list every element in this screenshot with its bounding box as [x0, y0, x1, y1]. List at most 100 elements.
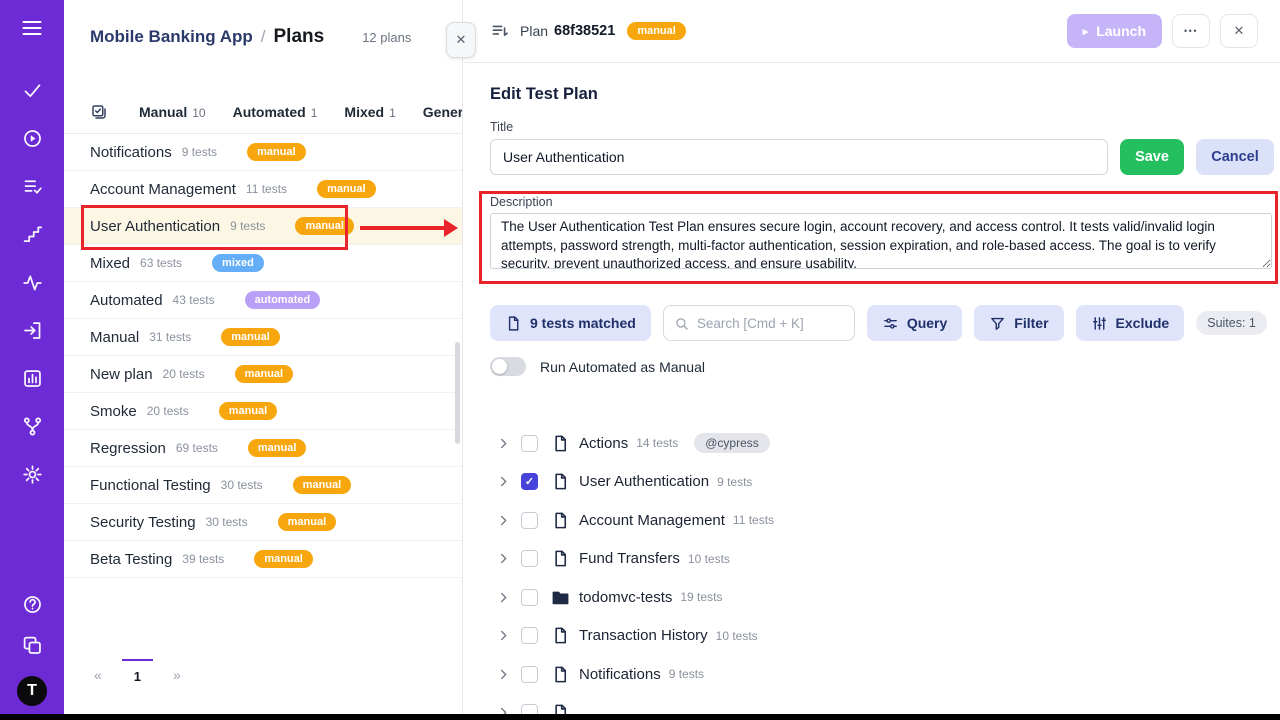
suite-checkbox[interactable] [521, 666, 538, 683]
suite-checkbox[interactable] [521, 627, 538, 644]
steps-icon[interactable] [22, 224, 43, 245]
plan-badge: manual [254, 550, 313, 568]
save-button[interactable]: Save [1120, 139, 1184, 175]
plans-tab[interactable]: Mixed 1 [344, 104, 395, 120]
tab-label: Manual [139, 104, 187, 120]
plan-row[interactable]: Mixed 63 tests mixed [64, 245, 462, 282]
plan-name: Account Management [90, 181, 236, 198]
plan-tests-count: 43 tests [173, 293, 215, 307]
list-check-icon[interactable] [22, 176, 43, 197]
query-label: Query [907, 315, 947, 331]
plan-name: Automated [90, 292, 163, 309]
plans-tab[interactable]: Automated 1 [233, 104, 318, 120]
runs-icon[interactable] [22, 128, 43, 149]
chevron-right-icon[interactable] [496, 628, 511, 643]
plan-row[interactable]: Functional Testing 30 tests manual [64, 467, 462, 504]
plan-row[interactable]: Manual 31 tests manual [64, 319, 462, 356]
close-plan-button[interactable]: ✕ [1220, 14, 1258, 48]
activity-icon[interactable] [22, 272, 43, 293]
project-name[interactable]: Mobile Banking App [90, 27, 253, 47]
plan-detail-panel: Plan 68f38521 manual ▸ Launch ••• ✕ Edit… [464, 0, 1280, 720]
filter-button[interactable]: Filter [974, 305, 1063, 341]
plan-row[interactable]: New plan 20 tests manual [64, 356, 462, 393]
exclude-button[interactable]: Exclude [1076, 305, 1185, 341]
suite-row: Notifications 9 tests [490, 655, 1280, 694]
pagination-last[interactable]: » [167, 659, 187, 683]
query-button[interactable]: Query [867, 305, 962, 341]
launch-button[interactable]: ▸ Launch [1067, 14, 1162, 48]
select-all-icon[interactable] [90, 103, 108, 121]
branch-icon[interactable] [22, 416, 43, 437]
plan-name: Functional Testing [90, 477, 211, 494]
tab-count: 1 [311, 106, 318, 120]
suite-row: User Authentication 9 tests [490, 463, 1280, 502]
plan-name: Manual [90, 329, 139, 346]
close-plans-button[interactable]: ✕ [446, 22, 476, 58]
suite-checkbox[interactable] [521, 435, 538, 452]
more-button[interactable]: ••• [1172, 14, 1210, 48]
suite-name[interactable]: todomvc-tests [579, 589, 672, 606]
suite-name[interactable]: Transaction History [579, 627, 708, 644]
tab-count: 1 [389, 106, 396, 120]
plans-tab[interactable]: Manual 10 [139, 104, 206, 120]
pagination-current-page[interactable]: 1 [122, 659, 153, 684]
plan-row[interactable]: Security Testing 30 tests manual [64, 504, 462, 541]
description-label: Description [490, 195, 1280, 209]
chevron-right-icon[interactable] [496, 436, 511, 451]
suite-name[interactable]: User Authentication [579, 473, 709, 490]
app-logo[interactable]: T [17, 676, 47, 706]
plan-row[interactable]: User Authentication 9 tests manual [64, 208, 462, 245]
chevron-right-icon[interactable] [496, 590, 511, 605]
signin-icon[interactable] [22, 320, 43, 341]
plan-row[interactable]: Regression 69 tests manual [64, 430, 462, 467]
suite-name[interactable]: Fund Transfers [579, 550, 680, 567]
tab-label: Mixed [344, 104, 384, 120]
run-automated-toggle[interactable] [490, 357, 526, 376]
plans-header: Mobile Banking App / Plans 12 plans ✕ [64, 0, 462, 90]
toggle-row: Run Automated as Manual [490, 357, 1280, 376]
ellipsis-icon: ••• [1184, 26, 1198, 36]
plan-row[interactable]: Automated 43 tests automated [64, 282, 462, 319]
plans-scrollbar-thumb[interactable] [455, 342, 460, 444]
search-box [663, 305, 855, 341]
plan-tests-count: 31 tests [149, 330, 191, 344]
plan-name: Beta Testing [90, 551, 172, 568]
help-icon[interactable] [22, 594, 43, 615]
plan-tests-count: 39 tests [182, 552, 224, 566]
suite-checkbox[interactable] [521, 512, 538, 529]
plan-badge: manual [627, 22, 686, 40]
suite-row: Actions 14 tests @cypress [490, 424, 1280, 463]
pagination-first[interactable]: « [88, 659, 108, 683]
plans-tab[interactable]: Gener [423, 104, 462, 120]
cancel-button[interactable]: Cancel [1196, 139, 1274, 175]
search-input[interactable] [697, 316, 844, 331]
plan-name: Notifications [90, 144, 172, 161]
settings-icon[interactable] [22, 464, 43, 485]
suite-name[interactable]: Actions [579, 435, 628, 452]
menu-icon[interactable] [20, 16, 44, 40]
projects-icon[interactable] [22, 635, 43, 656]
suite-name[interactable]: Account Management [579, 512, 725, 529]
plan-row[interactable]: Notifications 9 tests manual [64, 134, 462, 171]
plans-panel: Mobile Banking App / Plans 12 plans ✕ Ma… [64, 0, 463, 720]
plan-row[interactable]: Smoke 20 tests manual [64, 393, 462, 430]
report-icon[interactable] [22, 368, 43, 389]
title-input[interactable] [490, 139, 1108, 175]
tests-matched-button[interactable]: 9 tests matched [490, 305, 651, 341]
chevron-right-icon[interactable] [496, 551, 511, 566]
page-title: Edit Test Plan [490, 85, 1280, 104]
chevron-right-icon[interactable] [496, 474, 511, 489]
toggle-label: Run Automated as Manual [540, 359, 705, 375]
chevron-right-icon[interactable] [496, 513, 511, 528]
suite-checkbox[interactable] [521, 589, 538, 606]
breadcrumb-divider: / [261, 27, 266, 47]
check-icon[interactable] [22, 80, 43, 101]
plan-row[interactable]: Account Management 11 tests manual [64, 171, 462, 208]
description-textarea[interactable]: The User Authentication Test Plan ensure… [490, 213, 1272, 269]
chevron-right-icon[interactable] [496, 667, 511, 682]
plan-row[interactable]: Beta Testing 39 tests manual [64, 541, 462, 578]
suite-name[interactable]: Notifications [579, 666, 661, 683]
suite-tests-count: 14 tests [636, 436, 678, 450]
suite-checkbox[interactable] [521, 550, 538, 567]
suite-checkbox[interactable] [521, 473, 538, 490]
